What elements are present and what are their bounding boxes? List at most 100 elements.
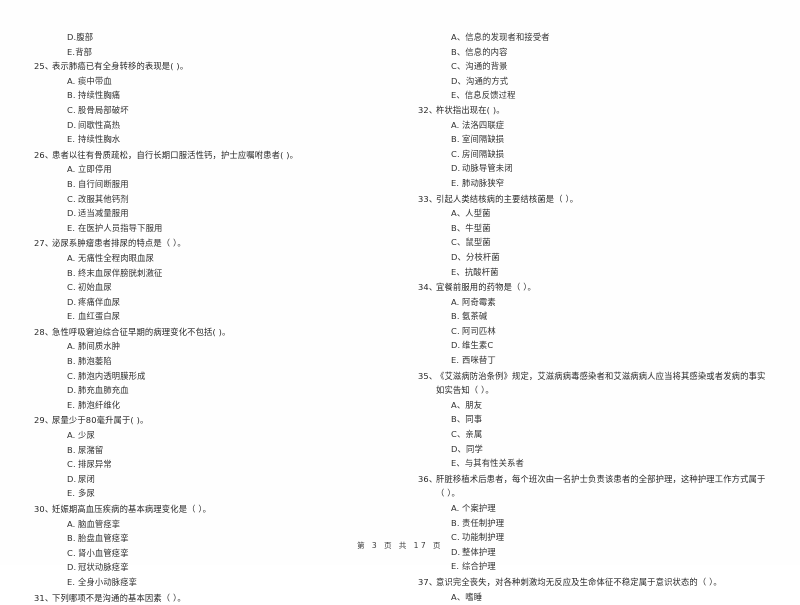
option-item: D. 适当减量服用 xyxy=(34,206,382,221)
option-item: B. 氨茶碱 xyxy=(418,309,766,324)
option-text: 室间隔缺损 xyxy=(462,134,505,145)
option-item: B. 持续性胸痛 xyxy=(34,88,382,103)
option-label: B. xyxy=(451,311,460,322)
option-text: 鼠型菌 xyxy=(465,237,491,248)
question-text: 引起人类结核病的主要结核菌是（ ）。 xyxy=(436,193,579,204)
option-label: C. xyxy=(67,104,76,115)
option-label: A. xyxy=(451,119,460,130)
question-block: 36、 肝脏移植术后患者，每个班次由一名护士负责该患者的全部护理，这种护理工作方式… xyxy=(418,472,766,574)
option-text: 背部 xyxy=(75,46,93,57)
question-text: 《艾滋病防治条例》规定，艾滋病病毒感染者和艾滋病病人应当将其感染或者发病的事实如… xyxy=(436,370,766,396)
option-text: 房间隔缺损 xyxy=(462,148,505,159)
option-text: 责任制护理 xyxy=(462,517,505,528)
question-block: 25、 表示肺癌已有全身转移的表现是( )。 A. 痰中带血 B. 持续性胸痛 C. 股骨局部… xyxy=(34,59,382,147)
question-block: 37、 意识完全丧失，对各种刺激均无反应及生命体征不稳定属于意识状态的（ ）。 A、… xyxy=(418,575,766,604)
option-item: B. 终末血尿伴膀胱刺激征 xyxy=(34,266,382,281)
question-stem: 37、 意识完全丧失，对各种刺激均无反应及生命体征不稳定属于意识状态的（ ）。 xyxy=(418,575,766,590)
question-text: 急性呼吸窘迫综合征早期的病理变化不包括( )。 xyxy=(52,326,231,337)
option-item: E、抗酸杆菌 xyxy=(418,265,766,280)
option-item: D. 间歇性高热 xyxy=(34,118,382,133)
option-item: D. 动脉导管未闭 xyxy=(418,161,766,176)
option-label: A. xyxy=(67,252,76,263)
option-text: 牛型菌 xyxy=(465,222,491,233)
option-label: D. xyxy=(67,473,77,484)
option-item: D、同学 xyxy=(418,442,766,457)
option-text: 个案护理 xyxy=(462,503,496,513)
option-item: B、牛型菌 xyxy=(418,221,766,236)
option-text: 脑血管痉挛 xyxy=(78,518,121,529)
question-stem: 25、 表示肺癌已有全身转移的表现是( )。 xyxy=(34,59,382,74)
option-label: A. xyxy=(67,518,76,529)
two-column-layout: D.腹部 E.背部 25、 表示肺癌已有全身转移的表现是( )。 A. 痰中带血 B. 持续性… xyxy=(34,30,766,603)
option-label: E. xyxy=(451,355,460,366)
option-text: 立即停用 xyxy=(78,164,112,175)
option-label: A. xyxy=(67,75,76,86)
option-item: A. 立即停用 xyxy=(34,162,382,177)
option-item: C. 房间隔缺损 xyxy=(418,147,766,162)
question-text: 杵状指出现在( )。 xyxy=(436,104,505,115)
option-item: D. 维生素C xyxy=(418,338,766,353)
option-text: 信息的内容 xyxy=(465,46,508,57)
option-text: 阿奇霉素 xyxy=(462,296,496,307)
question-block: 26、 患者以往有骨质疏松，自行长期口服活性钙，护士应嘱咐患者( )。 A. 立即停用… xyxy=(34,148,382,236)
option-text: 肺动脉狭窄 xyxy=(462,177,505,188)
option-item: B. 尿潴留 xyxy=(34,443,382,458)
question-number: 27、 xyxy=(34,238,54,249)
option-label: E. xyxy=(67,134,76,145)
page-footer: 第 3 页 共 17 页 xyxy=(357,541,443,550)
option-item: C. 初始血尿 xyxy=(34,280,382,295)
option-label: D. xyxy=(67,562,77,573)
question-text: 表示肺癌已有全身转移的表现是( )。 xyxy=(52,61,189,72)
option-item: D、沟通的方式 xyxy=(418,74,766,89)
option-text: 沟通的背景 xyxy=(465,61,508,72)
option-label: C. xyxy=(451,148,460,159)
option-text: 痰中带血 xyxy=(78,75,112,86)
option-text: 全身小动脉痉挛 xyxy=(78,576,138,587)
option-text: 阿司匹林 xyxy=(462,325,496,336)
option-label: A、 xyxy=(451,208,466,219)
question-stem: 36、 肝脏移植术后患者，每个班次由一名护士负责该患者的全部护理，这种护理工作方式… xyxy=(418,472,766,501)
option-label: C. xyxy=(67,282,76,293)
option-text: 肺间质水肿 xyxy=(78,341,121,352)
option-item: E、信息反馈过程 xyxy=(418,88,766,103)
option-text: 初始血尿 xyxy=(78,282,112,293)
question-stem: 29、 尿量少于80毫升属于( )。 xyxy=(34,413,382,428)
question-block: 32、 杵状指出现在( )。 A. 法洛四联症 B. 室间隔缺损 C. 房间隔缺损 D. 动脉导管… xyxy=(418,103,766,191)
question-number: 25、 xyxy=(34,61,54,72)
option-label: B. xyxy=(67,444,76,455)
option-text: 自行间断服用 xyxy=(78,178,129,189)
option-item: E. 血红蛋白尿 xyxy=(34,309,382,324)
option-item: A. 肺间质水肿 xyxy=(34,339,382,354)
option-item: E. 在医护人员指导下服用 xyxy=(34,221,382,236)
option-text: 动脉导管未闭 xyxy=(462,163,513,174)
question-block: 31、 下列哪项不是沟通的基本因素（ ）。 xyxy=(34,591,382,605)
option-item: A. 个案护理 xyxy=(418,501,766,516)
option-item: D、分枝杆菌 xyxy=(418,250,766,265)
option-label: E、 xyxy=(451,266,465,277)
question-number: 33、 xyxy=(418,193,438,204)
option-label: C. xyxy=(451,325,460,336)
option-label: B. xyxy=(67,90,76,101)
option-label: A. xyxy=(451,296,460,307)
question-number: 32、 xyxy=(418,104,438,115)
option-text: 西咪替丁 xyxy=(462,355,496,366)
question-text: 下列哪项不是沟通的基本因素（ ）。 xyxy=(52,592,186,603)
option-item: A、朋友 xyxy=(418,398,766,413)
question-block: 28、 急性呼吸窘迫综合征早期的病理变化不包括( )。 A. 肺间质水肿 B. 肺泡萎陷 C… xyxy=(34,325,382,413)
option-label: A. xyxy=(67,430,76,441)
option-text: 同事 xyxy=(465,414,483,425)
option-label: D、 xyxy=(451,251,466,262)
option-item: B、同事 xyxy=(418,412,766,427)
option-label: D、 xyxy=(451,443,466,454)
option-text: 腹部 xyxy=(76,32,94,42)
option-label: C、 xyxy=(451,61,466,72)
option-item: D. 肺充血肺充血 xyxy=(34,383,382,398)
question-stem: 30、 妊娠期高血压疾病的基本病理变化是（ ）。 xyxy=(34,502,382,517)
option-text: 信息的发现者和接受者 xyxy=(465,32,550,42)
option-label: B. xyxy=(451,517,460,528)
option-label: E. xyxy=(67,399,76,410)
question-text: 意识完全丧失，对各种刺激均无反应及生命体征不稳定属于意识状态的（ ）。 xyxy=(436,576,722,587)
option-label: D. xyxy=(451,163,461,174)
option-text: 持续性胸痛 xyxy=(78,90,121,101)
option-item: E. 全身小动脉痉挛 xyxy=(34,575,382,590)
